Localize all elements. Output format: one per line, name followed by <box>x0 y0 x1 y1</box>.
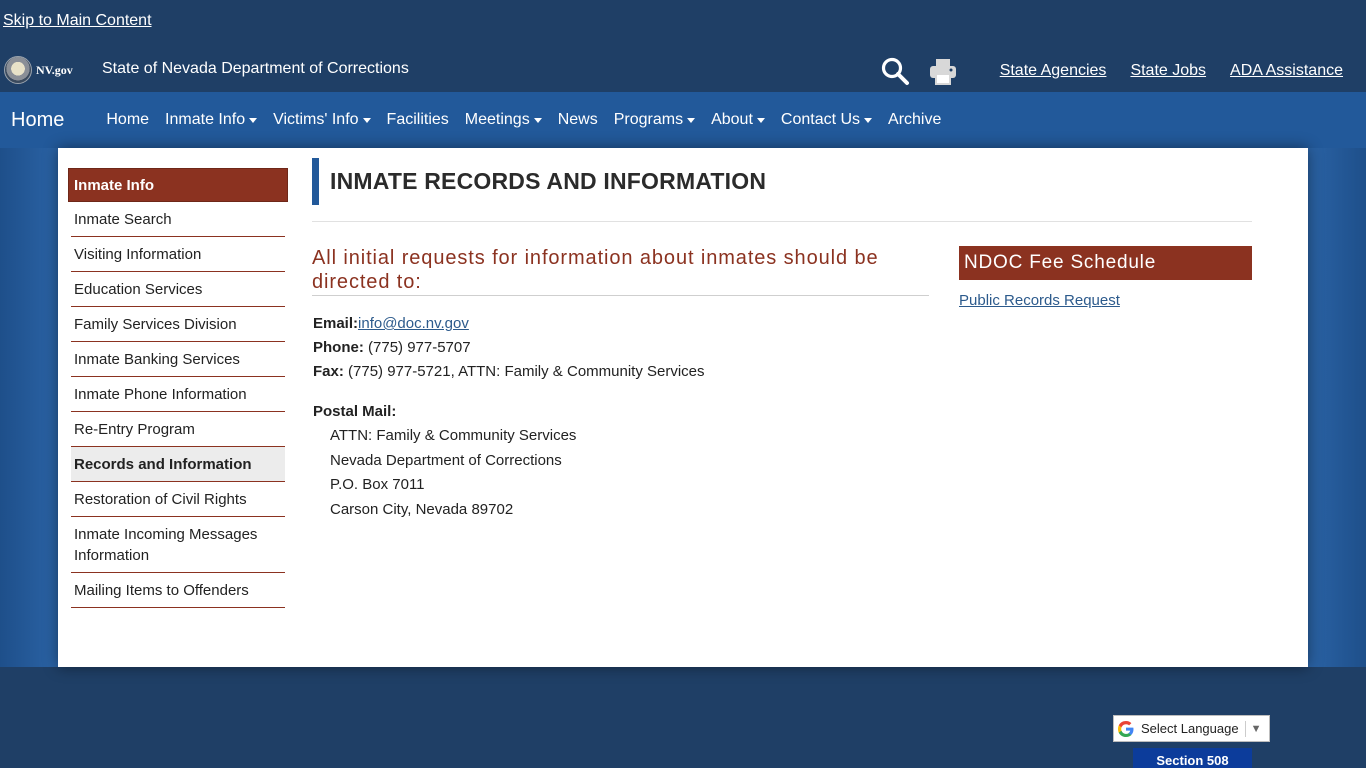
sidebar-item-education-services[interactable]: Education Services <box>71 272 285 307</box>
nav-brand-home[interactable]: Home <box>11 109 64 132</box>
divider <box>1244 720 1246 737</box>
state-jobs-link[interactable]: State Jobs <box>1130 62 1206 80</box>
nav-inmate-info-label: Inmate Info <box>165 111 246 128</box>
sidebar-heading[interactable]: Inmate Info <box>68 168 288 202</box>
language-select[interactable]: Select Language ▼ <box>1113 715 1270 742</box>
header-tools: State Agencies State Jobs ADA Assistance <box>880 56 1343 86</box>
page-title-block: INMATE RECORDS AND INFORMATION <box>312 158 1252 222</box>
email-row: Email:info@doc.nv.gov <box>313 312 705 336</box>
nav-contact-us-label: Contact Us <box>780 111 861 128</box>
nav-about[interactable]: About <box>711 111 765 129</box>
nav-programs-label: Programs <box>613 111 684 128</box>
fax-row: Fax: (775) 977-5721, ATTN: Family & Comm… <box>313 360 705 384</box>
nav-home[interactable]: Home <box>106 111 149 129</box>
fee-schedule-heading[interactable]: NDOC Fee Schedule <box>959 246 1252 280</box>
chevron-down-icon <box>249 117 258 123</box>
sidebar-item-visiting-information[interactable]: Visiting Information <box>71 237 285 272</box>
google-icon <box>1118 720 1134 737</box>
nevada-seal-icon <box>4 56 32 84</box>
sidebar-item-inmate-search[interactable]: Inmate Search <box>71 202 285 237</box>
nav-victims-info[interactable]: Victims' Info <box>273 111 371 129</box>
nav-archive-label: Archive <box>888 111 942 128</box>
nav-facilities[interactable]: Facilities <box>387 111 449 129</box>
postal-label: Postal Mail: <box>313 403 397 420</box>
content-panel: Inmate Info Inmate Search Visiting Infor… <box>58 148 1308 667</box>
page-title: INMATE RECORDS AND INFORMATION <box>330 168 767 194</box>
nav-contact-us[interactable]: Contact Us <box>780 111 873 129</box>
postal-line: P.O. Box 7011 <box>330 476 425 494</box>
nav-inmate-info[interactable]: Inmate Info <box>165 111 258 129</box>
phone-row: Phone: (775) 977-5707 <box>313 336 705 360</box>
sidebar-item-family-services[interactable]: Family Services Division <box>71 307 285 342</box>
print-icon[interactable] <box>928 56 958 86</box>
chevron-down-icon <box>864 117 873 123</box>
lead-heading: All initial requests for information abo… <box>312 246 929 296</box>
nav-programs[interactable]: Programs <box>613 111 696 129</box>
nav-victims-info-label: Victims' Info <box>273 111 359 128</box>
sidebar-item-inmate-banking[interactable]: Inmate Banking Services <box>71 342 285 377</box>
sidebar-item-re-entry[interactable]: Re-Entry Program <box>71 412 285 447</box>
language-select-label: Select Language <box>1141 721 1239 736</box>
email-link[interactable]: info@doc.nv.gov <box>358 315 469 332</box>
agency-name: State of Nevada Department of Correction… <box>102 60 409 77</box>
title-accent-bar <box>312 158 319 205</box>
main-nav: Home Home Inmate Info Victims' Info Faci… <box>0 92 1366 148</box>
postal-mail-block: Postal Mail: ATTN: Family & Community Se… <box>313 400 576 522</box>
dropdown-arrow-icon: ▼ <box>1250 722 1262 735</box>
nav-news-label: News <box>557 111 598 128</box>
nvgov-brand[interactable]: NV.gov <box>4 56 73 84</box>
sidebar-item-civil-rights[interactable]: Restoration of Civil Rights <box>71 482 285 517</box>
sidebar-item-inmate-phone[interactable]: Inmate Phone Information <box>71 377 285 412</box>
section-508-badge[interactable]: Section 508 <box>1133 748 1252 768</box>
search-icon[interactable] <box>880 56 910 86</box>
skip-to-main-link[interactable]: Skip to Main Content <box>3 12 152 30</box>
nav-about-label: About <box>711 111 753 128</box>
nav-meetings[interactable]: Meetings <box>465 111 542 129</box>
fax-label: Fax: <box>313 363 344 380</box>
postal-line: ATTN: Family & Community Services <box>330 427 577 445</box>
phone-label: Phone: <box>313 339 364 356</box>
nav-home-label: Home <box>106 111 150 128</box>
chevron-down-icon <box>533 117 542 123</box>
chevron-down-icon <box>362 117 371 123</box>
nav-news[interactable]: News <box>558 111 598 129</box>
sidebar: Inmate Info Inmate Search Visiting Infor… <box>68 168 288 608</box>
top-header: Skip to Main Content NV.gov State of Nev… <box>0 0 1366 92</box>
postal-line: Carson City, Nevada 89702 <box>330 500 514 518</box>
chevron-down-icon <box>756 117 765 123</box>
postal-line: Nevada Department of Corrections <box>330 451 562 469</box>
sidebar-item-mailing-items[interactable]: Mailing Items to Offenders <box>71 573 285 608</box>
chevron-down-icon <box>687 117 696 123</box>
fax-value: (775) 977-5721, ATTN: Family & Community… <box>343 363 705 380</box>
sidebar-item-records-information[interactable]: Records and Information <box>71 447 285 482</box>
nav-archive[interactable]: Archive <box>888 111 941 129</box>
nav-facilities-label: Facilities <box>386 111 449 128</box>
nav-meetings-label: Meetings <box>464 111 530 128</box>
sidebar-item-incoming-messages[interactable]: Inmate Incoming Messages Information <box>71 517 285 573</box>
contact-details: Email:info@doc.nv.gov Phone: (775) 977-5… <box>313 312 705 384</box>
ada-assistance-link[interactable]: ADA Assistance <box>1230 62 1343 80</box>
email-label: Email: <box>313 315 359 332</box>
phone-value: (775) 977-5707 <box>363 339 471 356</box>
state-agencies-link[interactable]: State Agencies <box>1000 62 1107 80</box>
nvgov-logo-text: NV.gov <box>36 62 73 77</box>
public-records-request-link[interactable]: Public Records Request <box>959 292 1120 309</box>
